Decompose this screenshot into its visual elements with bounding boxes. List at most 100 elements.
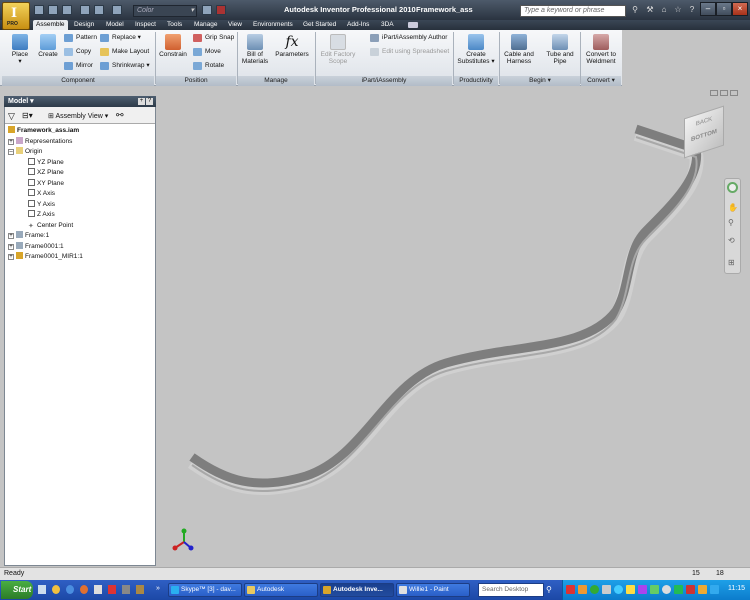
quicklaunch-icon[interactable] xyxy=(108,585,116,594)
tray-icon[interactable] xyxy=(614,585,623,594)
tab-view[interactable]: View xyxy=(225,20,245,30)
show-desktop-icon[interactable] xyxy=(38,585,46,594)
home-view-icon[interactable] xyxy=(710,90,718,96)
shrinkwrap-button[interactable]: Shrinkwrap ▾ xyxy=(100,61,150,71)
tab-environments[interactable]: Environments xyxy=(250,20,296,30)
home-icon[interactable] xyxy=(112,5,122,15)
pan-icon[interactable]: ✋ xyxy=(728,203,738,212)
expand-plus-icon[interactable]: + xyxy=(8,243,14,250)
help-icon[interactable]: ? xyxy=(687,5,697,15)
subscription-icon[interactable]: ⌂ xyxy=(659,5,669,15)
panel-component-label[interactable]: Component xyxy=(2,76,154,86)
tray-icon[interactable] xyxy=(590,585,599,594)
tree-item-root[interactable]: Framework_ass.iam xyxy=(8,126,83,137)
find-icon[interactable]: ⚯ xyxy=(116,110,124,121)
desktop-search-icon[interactable]: ⚲ xyxy=(546,585,552,594)
frame-model[interactable] xyxy=(156,86,750,567)
tab-add-ins[interactable]: Add-Ins xyxy=(344,20,372,30)
quicklaunch-icon[interactable] xyxy=(94,585,102,594)
network-icon[interactable] xyxy=(674,585,683,594)
copy-button[interactable]: Copy xyxy=(64,47,91,57)
tab-assemble[interactable]: Assemble xyxy=(33,20,68,30)
tab-3da[interactable]: 3DA xyxy=(378,20,397,30)
tree-item-center-point[interactable]: ✦ Center Point xyxy=(8,221,83,232)
browser-pin-icon[interactable]: + xyxy=(138,98,145,105)
create-button[interactable]: Create xyxy=(36,34,60,58)
ie-icon[interactable] xyxy=(66,585,74,594)
browser-help-icon[interactable]: ? xyxy=(146,98,153,105)
steering-wheel-icon[interactable] xyxy=(727,182,738,193)
open-icon[interactable] xyxy=(48,5,58,15)
replace-button[interactable]: Replace ▾ xyxy=(100,33,141,43)
taskbar-inventor[interactable]: Autodesk Inve... xyxy=(320,583,394,597)
move-button[interactable]: Move xyxy=(193,47,221,57)
collapse-minus-icon[interactable]: – xyxy=(8,149,14,155)
tree-item-xz-plane[interactable]: XZ Plane xyxy=(8,168,83,179)
taskbar-autodesk-folder[interactable]: Autodesk xyxy=(244,583,318,597)
bill-of-materials-button[interactable]: Bill of Materials xyxy=(240,34,270,65)
material-icon[interactable] xyxy=(202,5,212,15)
tab-inspect[interactable]: Inspect xyxy=(132,20,159,30)
convert-weldment-button[interactable]: Convert to Weldment xyxy=(583,34,619,65)
tree-item-frame0001-1[interactable]: + Frame0001:1 xyxy=(8,241,83,253)
firefox-icon[interactable] xyxy=(80,585,88,594)
taskbar-paint[interactable]: Willie1 - Paint xyxy=(396,583,470,597)
new-icon[interactable] xyxy=(34,5,44,15)
panel-convert-label[interactable]: Convert ▾ xyxy=(581,76,621,86)
parameters-button[interactable]: fx Parameters xyxy=(274,34,310,58)
ribbon-toggle-icon[interactable] xyxy=(408,22,418,28)
tree-item-frame-1[interactable]: + Frame:1 xyxy=(8,231,83,242)
tray-icon[interactable] xyxy=(686,585,695,594)
tray-icon[interactable] xyxy=(626,585,635,594)
viewcube-front-face[interactable]: BOTTOM xyxy=(685,127,723,145)
tools-icon[interactable]: ⚒ xyxy=(645,5,655,15)
search-icon[interactable]: ⚲ xyxy=(630,5,640,15)
panel-manage-label[interactable]: Manage xyxy=(238,76,314,86)
tree-item-yz-plane[interactable]: YZ Plane xyxy=(8,157,83,169)
pattern-button[interactable]: Pattern xyxy=(64,33,97,43)
look-at-icon[interactable]: ⊞ xyxy=(728,258,737,267)
expand-plus-icon[interactable]: + xyxy=(8,138,14,145)
place-button[interactable]: Place ▾ xyxy=(8,34,32,65)
redo-icon[interactable] xyxy=(94,5,104,15)
tab-tools[interactable]: Tools xyxy=(164,20,185,30)
tab-manage[interactable]: Manage xyxy=(191,20,221,30)
tray-icon[interactable] xyxy=(566,585,575,594)
tab-model[interactable]: Model xyxy=(103,20,127,30)
panel-begin-label[interactable]: Begin ▾ xyxy=(500,76,580,86)
undo-icon[interactable] xyxy=(80,5,90,15)
desktop-search-input[interactable]: Search Desktop xyxy=(478,583,544,597)
maximize-icon[interactable]: ▫ xyxy=(716,2,732,16)
rotate-button[interactable]: Rotate xyxy=(193,61,224,71)
tray-icon[interactable] xyxy=(710,585,719,594)
expand-icon[interactable]: ⊟▾ xyxy=(22,111,33,120)
constrain-button[interactable]: Constrain xyxy=(159,34,187,58)
tab-get-started[interactable]: Get Started xyxy=(300,20,339,30)
tree-item-frame0001-mir1-1[interactable]: + Frame0001_MIR1:1 xyxy=(8,252,83,263)
cable-harness-button[interactable]: Cable and Harness xyxy=(502,34,536,65)
edit-factory-scope-button[interactable]: Edit Factory Scope xyxy=(318,34,358,65)
tube-pipe-button[interactable]: Tube and Pipe xyxy=(542,34,578,65)
start-button[interactable]: Start xyxy=(1,581,33,599)
mirror-button[interactable]: Mirror xyxy=(64,61,93,71)
help-search-input[interactable]: Type a keyword or phrase xyxy=(520,5,626,17)
tree-item-xy-plane[interactable]: XY Plane xyxy=(8,178,83,190)
tree-item-z-axis[interactable]: Z Axis xyxy=(8,210,83,221)
tray-icon[interactable] xyxy=(698,585,707,594)
clock[interactable]: 11:15 xyxy=(728,585,745,592)
panel-position-label[interactable]: Position xyxy=(156,76,236,86)
browser-header[interactable]: Model ▾ xyxy=(4,96,156,107)
ipart-author-button[interactable]: iPart/iAssembly Author xyxy=(370,33,447,43)
tab-design[interactable]: Design xyxy=(71,20,97,30)
edit-spreadsheet-button[interactable]: Edit using Spreadsheet xyxy=(370,47,449,57)
tree-item-representations[interactable]: + Representations xyxy=(8,136,83,148)
expand-plus-icon[interactable]: + xyxy=(8,233,14,239)
close-icon[interactable]: × xyxy=(732,2,748,16)
tree-item-origin[interactable]: – Origin xyxy=(8,147,83,158)
orbit-icon[interactable]: ⟲ xyxy=(728,236,737,245)
tray-icon[interactable] xyxy=(578,585,587,594)
create-substitutes-button[interactable]: Create Substitutes ▾ xyxy=(456,34,496,65)
close-doc-icon[interactable] xyxy=(216,5,226,15)
tray-icon[interactable] xyxy=(638,585,647,594)
save-icon[interactable] xyxy=(62,5,72,15)
